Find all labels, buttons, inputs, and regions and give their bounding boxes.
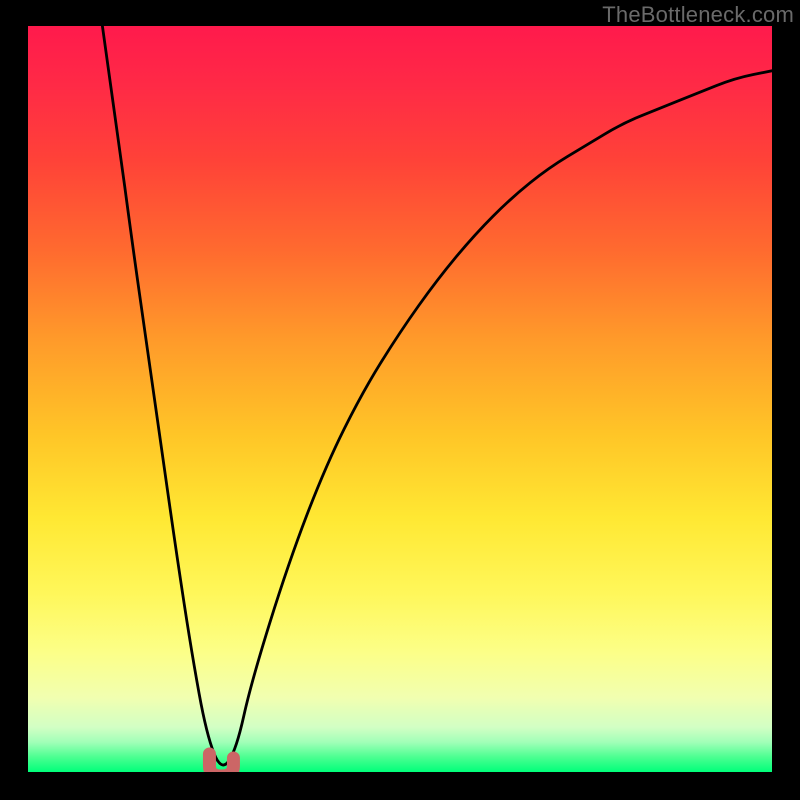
watermark-text: TheBottleneck.com (602, 2, 794, 28)
bottleneck-chart (28, 26, 772, 772)
bottleneck-curve (102, 26, 772, 765)
chart-frame (28, 26, 772, 772)
